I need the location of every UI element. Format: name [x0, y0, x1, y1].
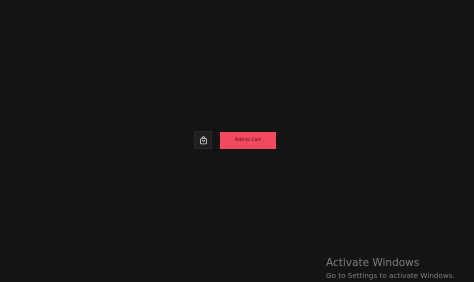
watermark-title: Activate Windows [326, 257, 420, 269]
shopping-bag-button[interactable] [194, 131, 212, 149]
windows-activation-watermark: Activate Windows Go to Settings to activ… [326, 258, 455, 279]
cart-action-group: Add to Cart [194, 131, 276, 149]
shopping-bag-icon [199, 135, 208, 145]
page-canvas: Add to Cart Activate Windows Go to Setti… [0, 0, 474, 282]
watermark-subtitle: Go to Settings to activate Windows. [326, 270, 455, 280]
add-to-cart-button[interactable]: Add to Cart [220, 131, 276, 149]
add-to-cart-label: Add to Cart [234, 137, 262, 143]
